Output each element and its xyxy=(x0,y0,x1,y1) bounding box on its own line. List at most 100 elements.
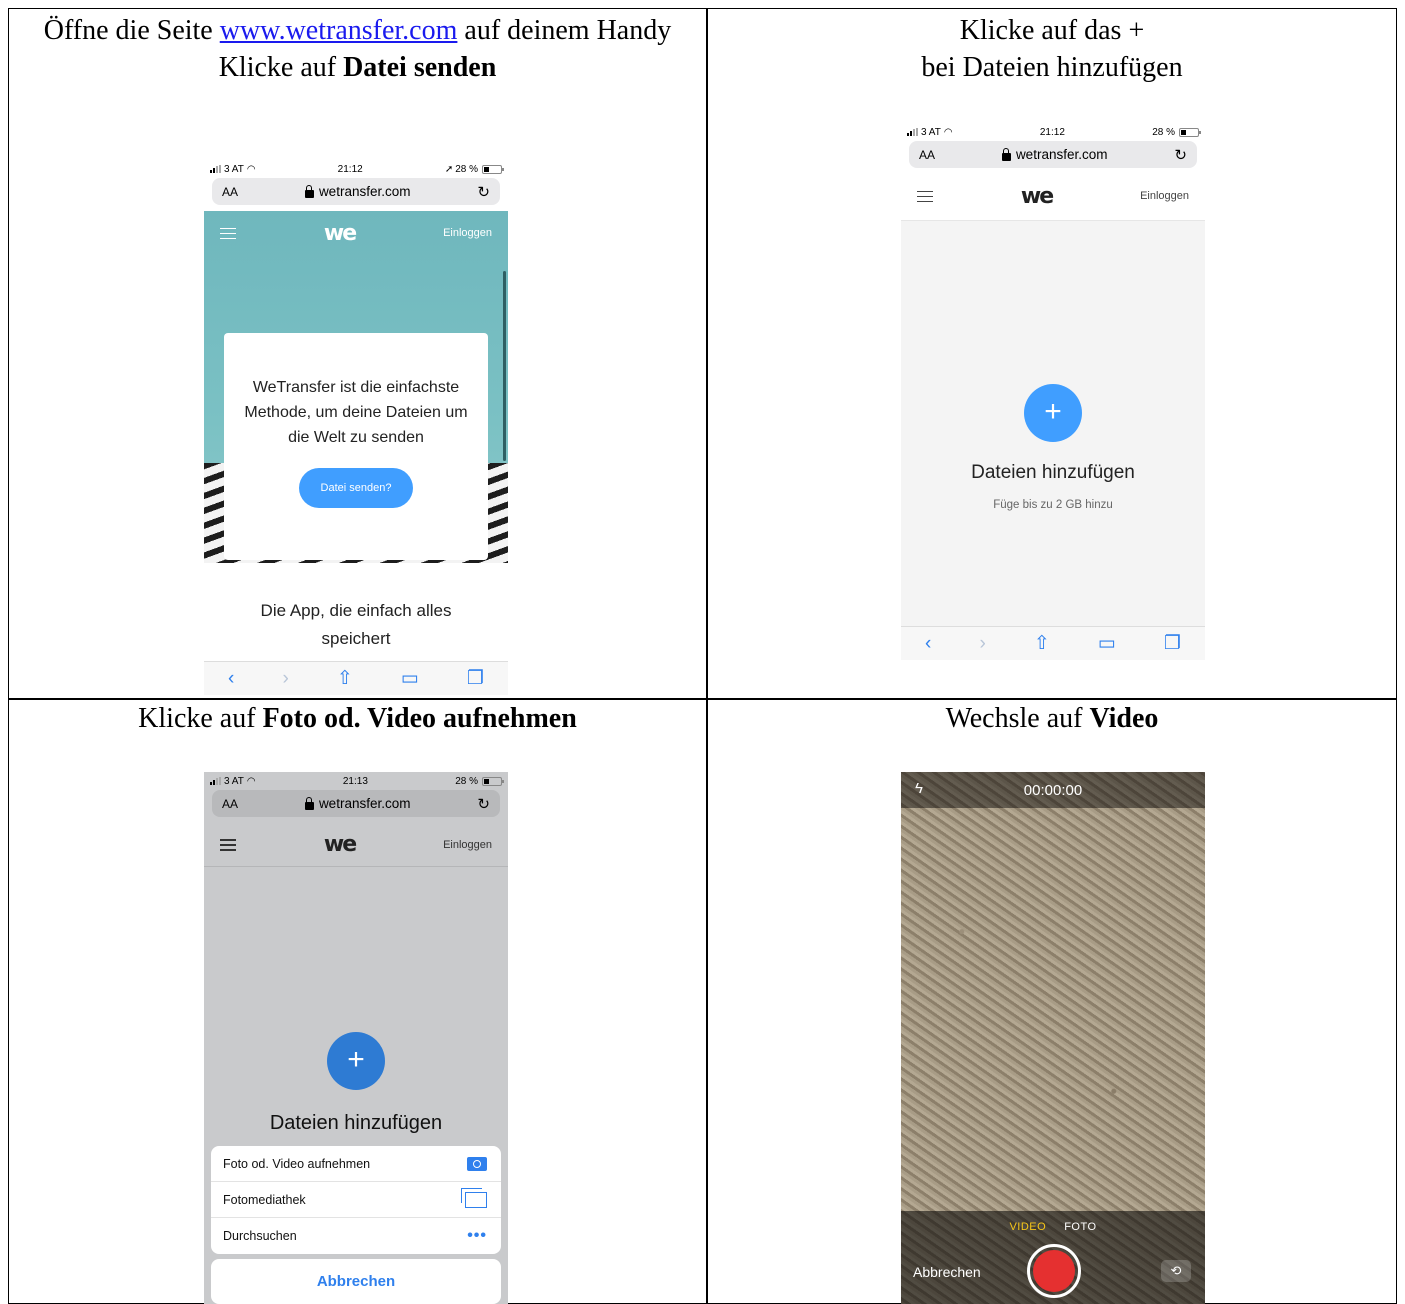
site-header: we Einloggen xyxy=(204,211,508,255)
back-icon[interactable]: ‹ xyxy=(925,633,931,655)
option-label: Fotomediathek xyxy=(223,1192,306,1207)
location-icon: ➚ xyxy=(444,163,454,175)
clock: 21:12 xyxy=(337,163,363,175)
add-files-button[interactable]: + xyxy=(327,1032,385,1090)
mode-foto[interactable]: FOTO xyxy=(1064,1221,1096,1233)
browser-toolbar: ‹ › ⇧ ▭ ❐ xyxy=(901,626,1205,660)
screenshot-step-1: 3 AT ◠ 21:12 ➚ 28 % AA wetransfer.com ↻ we… xyxy=(204,160,508,695)
caption-step-1: Öffne die Seite www.wetransfer.com auf d… xyxy=(10,12,705,86)
back-icon[interactable]: ‹ xyxy=(228,668,234,690)
wetransfer-link[interactable]: www.wetransfer.com xyxy=(220,15,458,46)
lock-icon xyxy=(1001,147,1011,161)
reader-button[interactable]: AA xyxy=(222,797,238,811)
shutter-icon[interactable] xyxy=(1027,1244,1081,1298)
cancel-button[interactable]: Abbrechen xyxy=(211,1259,501,1304)
action-sheet: Foto od. Video aufnehmen Fotomediathek D… xyxy=(211,1146,501,1254)
signal-icon xyxy=(210,777,221,785)
wetransfer-logo[interactable]: we xyxy=(1021,184,1054,209)
signal-icon xyxy=(210,165,221,173)
add-files-button[interactable]: + xyxy=(1024,384,1082,442)
forward-icon[interactable]: › xyxy=(979,633,985,655)
address-bar[interactable]: AA wetransfer.com ↻ xyxy=(212,790,500,817)
login-link[interactable]: Einloggen xyxy=(443,227,492,239)
caption-text: Klicke auf das + xyxy=(959,15,1145,46)
camera-mode-selector: VIDEO FOTO xyxy=(901,1221,1205,1233)
caption-bold: Video xyxy=(1089,703,1159,734)
caption-text: auf deinem Handy xyxy=(457,15,672,46)
caption-bold: Datei senden xyxy=(343,52,497,83)
caption-text: Klicke auf xyxy=(138,703,263,734)
reload-icon[interactable]: ↻ xyxy=(1174,146,1187,164)
bookmarks-icon[interactable]: ▭ xyxy=(401,667,419,690)
caption-step-3: Klicke auf Foto od. Video aufnehmen xyxy=(10,700,705,737)
battery-percent: 28 % xyxy=(1152,126,1175,138)
screenshot-step-2: 3 AT ◠ 21:12 28 % AA wetransfer.com ↻ we … xyxy=(901,123,1205,660)
url-text: wetransfer.com xyxy=(1015,147,1108,162)
screenshot-step-3: 3 AT ◠ 21:13 28 % AA wetransfer.com ↻ we … xyxy=(204,772,508,1304)
screenshot-step-4: 00:00:00 ϟ VIDEO FOTO Abbrechen ⟲ xyxy=(901,772,1205,1304)
add-files-subtitle: Füge bis zu 2 GB hinzu xyxy=(993,499,1113,511)
reader-button[interactable]: AA xyxy=(919,148,935,162)
clock: 21:12 xyxy=(1039,126,1065,138)
intro-text: WeTransfer ist die einfachste Methode, u… xyxy=(244,379,468,446)
address-bar[interactable]: AA wetransfer.com ↻ xyxy=(212,178,500,205)
wifi-icon: ◠ xyxy=(943,126,953,138)
upload-area: + Dateien hinzufügen Füge bis zu 2 GB hi… xyxy=(901,220,1205,626)
lock-icon xyxy=(304,184,314,198)
site-header: we Einloggen xyxy=(204,823,508,867)
address-bar[interactable]: AA wetransfer.com ↻ xyxy=(909,141,1197,168)
login-link[interactable]: Einloggen xyxy=(1140,190,1189,202)
flip-camera-icon[interactable]: ⟲ xyxy=(1161,1260,1191,1282)
caption-text: Klicke auf xyxy=(218,52,344,83)
battery-icon xyxy=(1178,127,1201,137)
option-label: Durchsuchen xyxy=(223,1229,297,1243)
camera-cancel-button[interactable]: Abbrechen xyxy=(913,1264,981,1280)
status-bar: 3 AT ◠ 21:12 ➚ 28 % xyxy=(204,160,508,178)
login-link[interactable]: Einloggen xyxy=(443,839,492,851)
url-text: wetransfer.com xyxy=(318,796,411,811)
option-browse[interactable]: Durchsuchen ••• xyxy=(211,1218,501,1254)
reader-button[interactable]: AA xyxy=(222,185,238,199)
recording-timer: 00:00:00 xyxy=(1023,781,1083,799)
app-promo-text: Die App, die einfach alles speichert xyxy=(260,601,452,648)
share-icon[interactable]: ⇧ xyxy=(1034,632,1050,655)
flash-icon[interactable]: ϟ xyxy=(915,780,923,797)
battery-percent: 28 % xyxy=(455,775,478,787)
battery-percent: 28 % xyxy=(455,163,478,175)
menu-icon[interactable] xyxy=(220,227,236,239)
mode-video[interactable]: VIDEO xyxy=(1009,1221,1046,1233)
add-files-title: Dateien hinzufügen xyxy=(971,462,1135,483)
menu-icon[interactable] xyxy=(220,839,236,851)
share-icon[interactable]: ⇧ xyxy=(337,667,353,690)
reload-icon[interactable]: ↻ xyxy=(477,795,490,813)
site-header: we Einloggen xyxy=(901,174,1205,218)
send-file-button[interactable]: Datei senden? xyxy=(299,468,413,508)
tabs-icon[interactable]: ❐ xyxy=(467,667,484,690)
option-take-photo-video[interactable]: Foto od. Video aufnehmen xyxy=(211,1146,501,1182)
reload-icon[interactable]: ↻ xyxy=(477,183,490,201)
lock-icon xyxy=(304,796,314,810)
scrollbar[interactable] xyxy=(503,271,506,461)
caption-step-4: Wechsle auf Video xyxy=(707,700,1397,737)
table-divider-vertical xyxy=(706,9,708,1303)
battery-icon xyxy=(482,164,504,174)
option-photo-library[interactable]: Fotomediathek xyxy=(211,1182,501,1218)
more-icon: ••• xyxy=(467,1227,487,1244)
hero-section: we Einloggen WeTransfer ist die einfachs… xyxy=(204,211,508,563)
bookmarks-icon[interactable]: ▭ xyxy=(1098,632,1116,655)
url-text: wetransfer.com xyxy=(318,184,411,199)
tabs-icon[interactable]: ❐ xyxy=(1164,632,1181,655)
add-files-title: Dateien hinzufügen xyxy=(269,1112,443,1134)
menu-icon[interactable] xyxy=(917,190,933,202)
wetransfer-logo[interactable]: we xyxy=(324,832,357,857)
forward-icon[interactable]: › xyxy=(282,668,288,690)
wifi-icon: ◠ xyxy=(246,163,256,175)
option-label: Foto od. Video aufnehmen xyxy=(223,1156,371,1171)
wetransfer-logo[interactable]: we xyxy=(324,221,357,246)
status-bar: 3 AT ◠ 21:13 28 % xyxy=(204,772,508,790)
signal-icon xyxy=(907,128,918,136)
gallery-icon xyxy=(461,1187,487,1208)
caption-text: bei Dateien hinzufügen xyxy=(921,52,1183,83)
camera-top-bar: 00:00:00 xyxy=(901,772,1205,808)
carrier: 3 AT xyxy=(921,126,941,138)
